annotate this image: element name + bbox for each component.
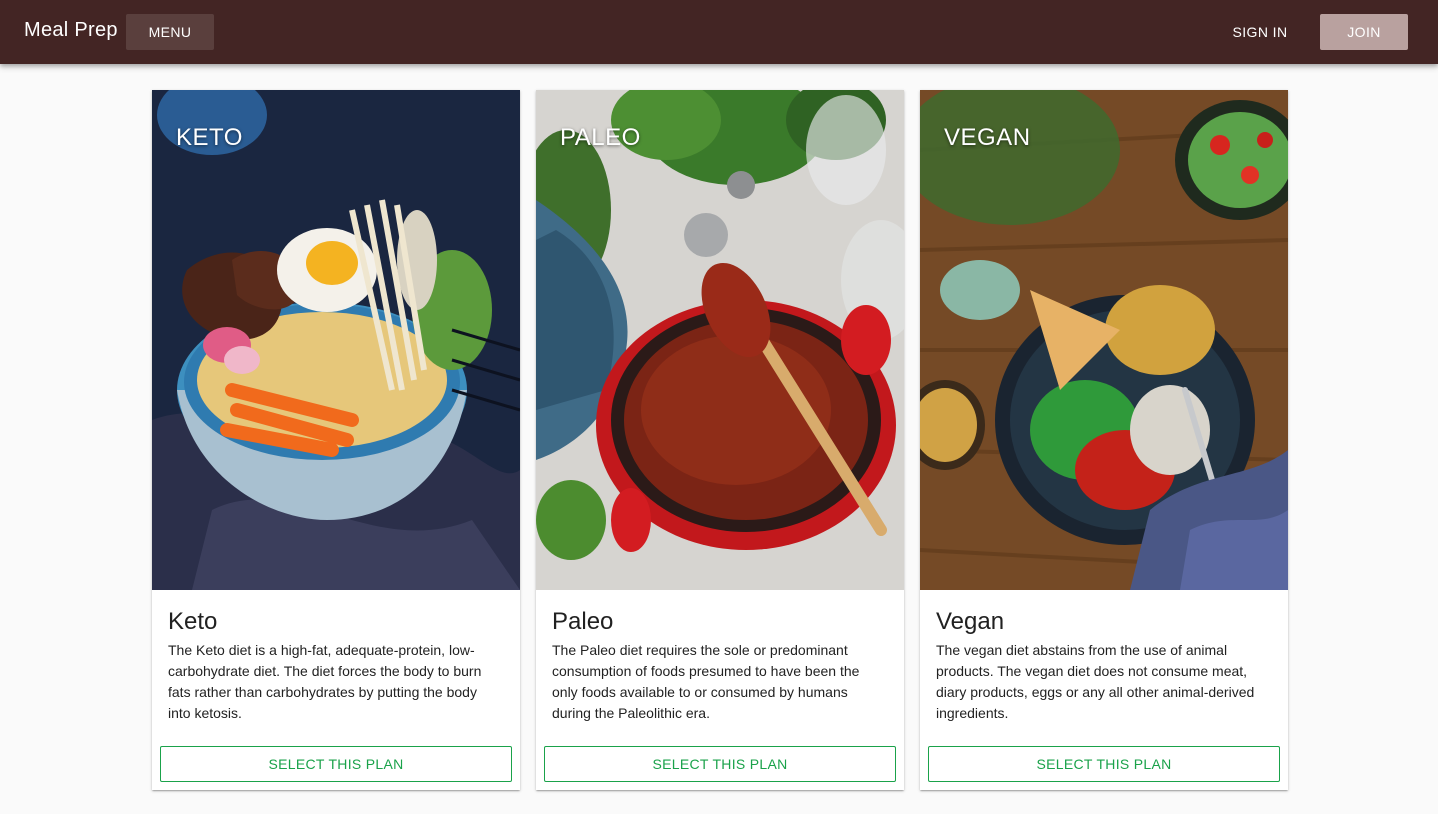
paleo-stew-pot-photo: PALEO xyxy=(536,90,904,590)
select-plan-button[interactable]: SELECT THIS PLAN xyxy=(544,746,896,782)
vegan-salad-bowl-photo: VEGAN xyxy=(920,90,1288,590)
app-bar: Meal Prep MENU SIGN IN JOIN xyxy=(0,0,1438,64)
plan-card-vegan: VEGAN Vegan The vegan diet abstains from… xyxy=(920,90,1288,790)
card-description: The Paleo diet requires the sole or pred… xyxy=(552,642,860,721)
card-description: The vegan diet abstains from the use of … xyxy=(936,642,1255,721)
card-description: The Keto diet is a high-fat, adequate-pr… xyxy=(168,642,482,721)
brand-title[interactable]: Meal Prep xyxy=(24,19,118,42)
keto-bowl-photo: KETO xyxy=(152,90,520,590)
card-overlay-label: VEGAN xyxy=(944,124,1031,151)
card-title: Keto xyxy=(168,608,218,635)
paleo-pot-image xyxy=(536,90,904,590)
card-overlay-label: PALEO xyxy=(560,124,641,151)
vegan-bowl-image xyxy=(920,90,1288,590)
join-button[interactable]: JOIN xyxy=(1320,14,1408,50)
menu-button[interactable]: MENU xyxy=(126,14,214,50)
card-title: Vegan xyxy=(936,608,1005,635)
keto-bowl-image xyxy=(152,90,520,590)
plan-card-paleo: PALEO Paleo The Paleo diet requires the … xyxy=(536,90,904,790)
select-plan-button[interactable]: SELECT THIS PLAN xyxy=(160,746,512,782)
plan-card-keto: KETO Keto The Keto diet is a high-fat, a… xyxy=(152,90,520,790)
sign-in-button[interactable]: SIGN IN xyxy=(1220,14,1300,50)
card-title: Paleo xyxy=(552,608,614,635)
select-plan-button[interactable]: SELECT THIS PLAN xyxy=(928,746,1280,782)
card-overlay-label: KETO xyxy=(176,124,243,151)
